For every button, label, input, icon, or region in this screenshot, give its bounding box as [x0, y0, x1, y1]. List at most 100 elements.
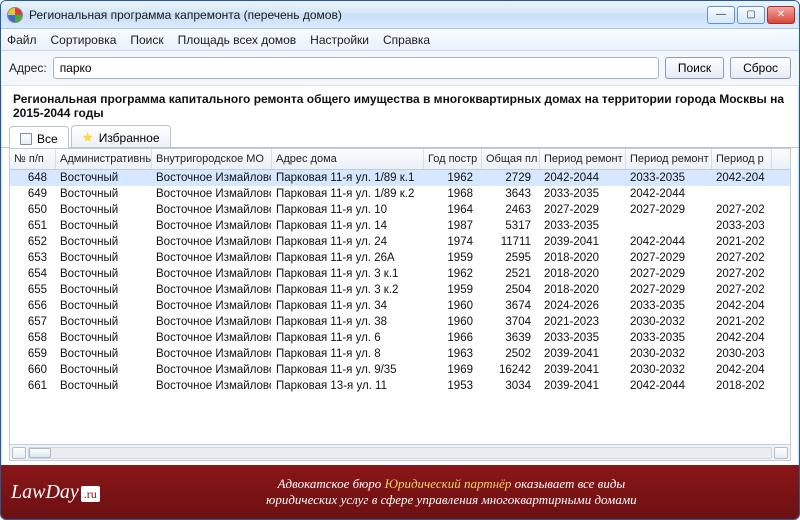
col-p3[interactable]: Период р [712, 149, 772, 169]
table-cell: 1968 [424, 186, 482, 202]
table-body[interactable]: 648ВосточныйВосточное ИзмайловоПарковая … [10, 170, 790, 444]
table-cell: 2502 [482, 346, 540, 362]
table-cell: Восточное Измайлово [152, 202, 272, 218]
table-cell: 5317 [482, 218, 540, 234]
table-row[interactable]: 654ВосточныйВосточное ИзмайловоПарковая … [10, 266, 790, 282]
table-row[interactable]: 659ВосточныйВосточное ИзмайловоПарковая … [10, 346, 790, 362]
minimize-button[interactable]: — [707, 6, 735, 24]
table-cell: 2729 [482, 170, 540, 186]
table-row[interactable]: 661ВосточныйВосточное ИзмайловоПарковая … [10, 378, 790, 394]
table-row[interactable]: 656ВосточныйВосточное ИзмайловоПарковая … [10, 298, 790, 314]
table-cell: 2042-204 [712, 362, 772, 378]
table-cell: Восточное Измайлово [152, 330, 272, 346]
table-cell: 1974 [424, 234, 482, 250]
table-row[interactable]: 648ВосточныйВосточное ИзмайловоПарковая … [10, 170, 790, 186]
scroll-right-arrow-icon[interactable] [774, 447, 788, 459]
table-cell: 2018-2020 [540, 282, 626, 298]
table-cell: Восточное Измайлово [152, 362, 272, 378]
col-year[interactable]: Год постр [424, 149, 482, 169]
menu-search[interactable]: Поиск [130, 33, 163, 47]
table-cell: 1964 [424, 202, 482, 218]
search-button[interactable]: Поиск [665, 57, 724, 79]
col-district[interactable]: Административный [56, 149, 152, 169]
app-icon [7, 7, 23, 23]
table-cell: Парковая 11-я ул. 34 [272, 298, 424, 314]
col-idx[interactable]: № п/п [10, 149, 56, 169]
table-cell: 2027-2029 [626, 266, 712, 282]
table-cell: Восточный [56, 346, 152, 362]
table-row[interactable]: 653ВосточныйВосточное ИзмайловоПарковая … [10, 250, 790, 266]
col-area[interactable]: Общая пл [482, 149, 540, 169]
scroll-thumb[interactable] [29, 448, 51, 458]
table-cell: 2027-2029 [626, 250, 712, 266]
table-cell: 659 [10, 346, 56, 362]
table-row[interactable]: 660ВосточныйВосточное ИзмайловоПарковая … [10, 362, 790, 378]
table-row[interactable]: 650ВосточныйВосточное ИзмайловоПарковая … [10, 202, 790, 218]
table-row[interactable]: 652ВосточныйВосточное ИзмайловоПарковая … [10, 234, 790, 250]
col-p1[interactable]: Период ремонт [540, 149, 626, 169]
table-row[interactable]: 657ВосточныйВосточное ИзмайловоПарковая … [10, 314, 790, 330]
table-cell: 1987 [424, 218, 482, 234]
table-row[interactable]: 658ВосточныйВосточное ИзмайловоПарковая … [10, 330, 790, 346]
ad-banner[interactable]: LawDay.ru Адвокатское бюро Юридический п… [1, 465, 799, 519]
table-cell: Парковая 11-я ул. 10 [272, 202, 424, 218]
maximize-button[interactable]: ▢ [737, 6, 765, 24]
table-cell: Парковая 13-я ул. 11 [272, 378, 424, 394]
titlebar[interactable]: Региональная программа капремонта (переч… [1, 1, 799, 29]
col-addr[interactable]: Адрес дома [272, 149, 424, 169]
table-header[interactable]: № п/п Административный Внутригородское М… [10, 149, 790, 170]
table-cell: 3639 [482, 330, 540, 346]
table-cell: Восточный [56, 218, 152, 234]
table-cell: 2027-202 [712, 266, 772, 282]
table-cell: 2033-2035 [626, 298, 712, 314]
table-cell: 2042-2044 [626, 234, 712, 250]
address-input[interactable] [53, 57, 659, 79]
scroll-track[interactable] [28, 447, 772, 459]
table-cell: Восточный [56, 298, 152, 314]
menu-help[interactable]: Справка [383, 33, 430, 47]
table-cell: Восточный [56, 362, 152, 378]
banner-text: Адвокатское бюро Юридический партнёр ока… [114, 476, 789, 509]
table-cell: Парковая 11-я ул. 1/89 к.2 [272, 186, 424, 202]
scroll-left-arrow-icon[interactable] [12, 447, 26, 459]
col-mo[interactable]: Внутригородское МО [152, 149, 272, 169]
table-cell: 3674 [482, 298, 540, 314]
table-cell: 2030-203 [712, 346, 772, 362]
tab-all-label: Все [37, 132, 58, 146]
table-cell: 2021-2023 [540, 314, 626, 330]
menu-area[interactable]: Площадь всех домов [178, 33, 297, 47]
reset-button[interactable]: Сброс [730, 57, 791, 79]
table-cell: 652 [10, 234, 56, 250]
table-cell: Парковая 11-я ул. 6 [272, 330, 424, 346]
table-cell: 2033-203 [712, 218, 772, 234]
table-cell: 2595 [482, 250, 540, 266]
table-cell: 3034 [482, 378, 540, 394]
table-cell: Восточный [56, 202, 152, 218]
table-cell: 2033-2035 [540, 330, 626, 346]
table-cell: 2463 [482, 202, 540, 218]
horizontal-scrollbar[interactable] [10, 444, 790, 460]
table-cell: 2030-2032 [626, 314, 712, 330]
address-label: Адрес: [9, 61, 47, 75]
table-cell: 2018-202 [712, 378, 772, 394]
menu-file[interactable]: Файл [7, 33, 37, 47]
menu-sort[interactable]: Сортировка [51, 33, 117, 47]
banner-logo-main: LawDay [11, 481, 79, 503]
document-icon [20, 133, 32, 145]
star-icon [82, 132, 94, 144]
menu-settings[interactable]: Настройки [310, 33, 369, 47]
close-button[interactable]: ✕ [767, 6, 795, 24]
tabs: Все Избранное [1, 124, 799, 148]
tab-all[interactable]: Все [9, 126, 69, 148]
table-cell: 2521 [482, 266, 540, 282]
table-cell: Восточное Измайлово [152, 298, 272, 314]
table-cell: 1959 [424, 282, 482, 298]
col-p2[interactable]: Период ремонт [626, 149, 712, 169]
table-cell: Восточное Измайлово [152, 378, 272, 394]
table-row[interactable]: 649ВосточныйВосточное ИзмайловоПарковая … [10, 186, 790, 202]
table-row[interactable]: 651ВосточныйВосточное ИзмайловоПарковая … [10, 218, 790, 234]
table-cell: 2042-204 [712, 330, 772, 346]
table-row[interactable]: 655ВосточныйВосточное ИзмайловоПарковая … [10, 282, 790, 298]
table-cell: Восточное Измайлово [152, 346, 272, 362]
tab-favorites[interactable]: Избранное [71, 125, 171, 147]
